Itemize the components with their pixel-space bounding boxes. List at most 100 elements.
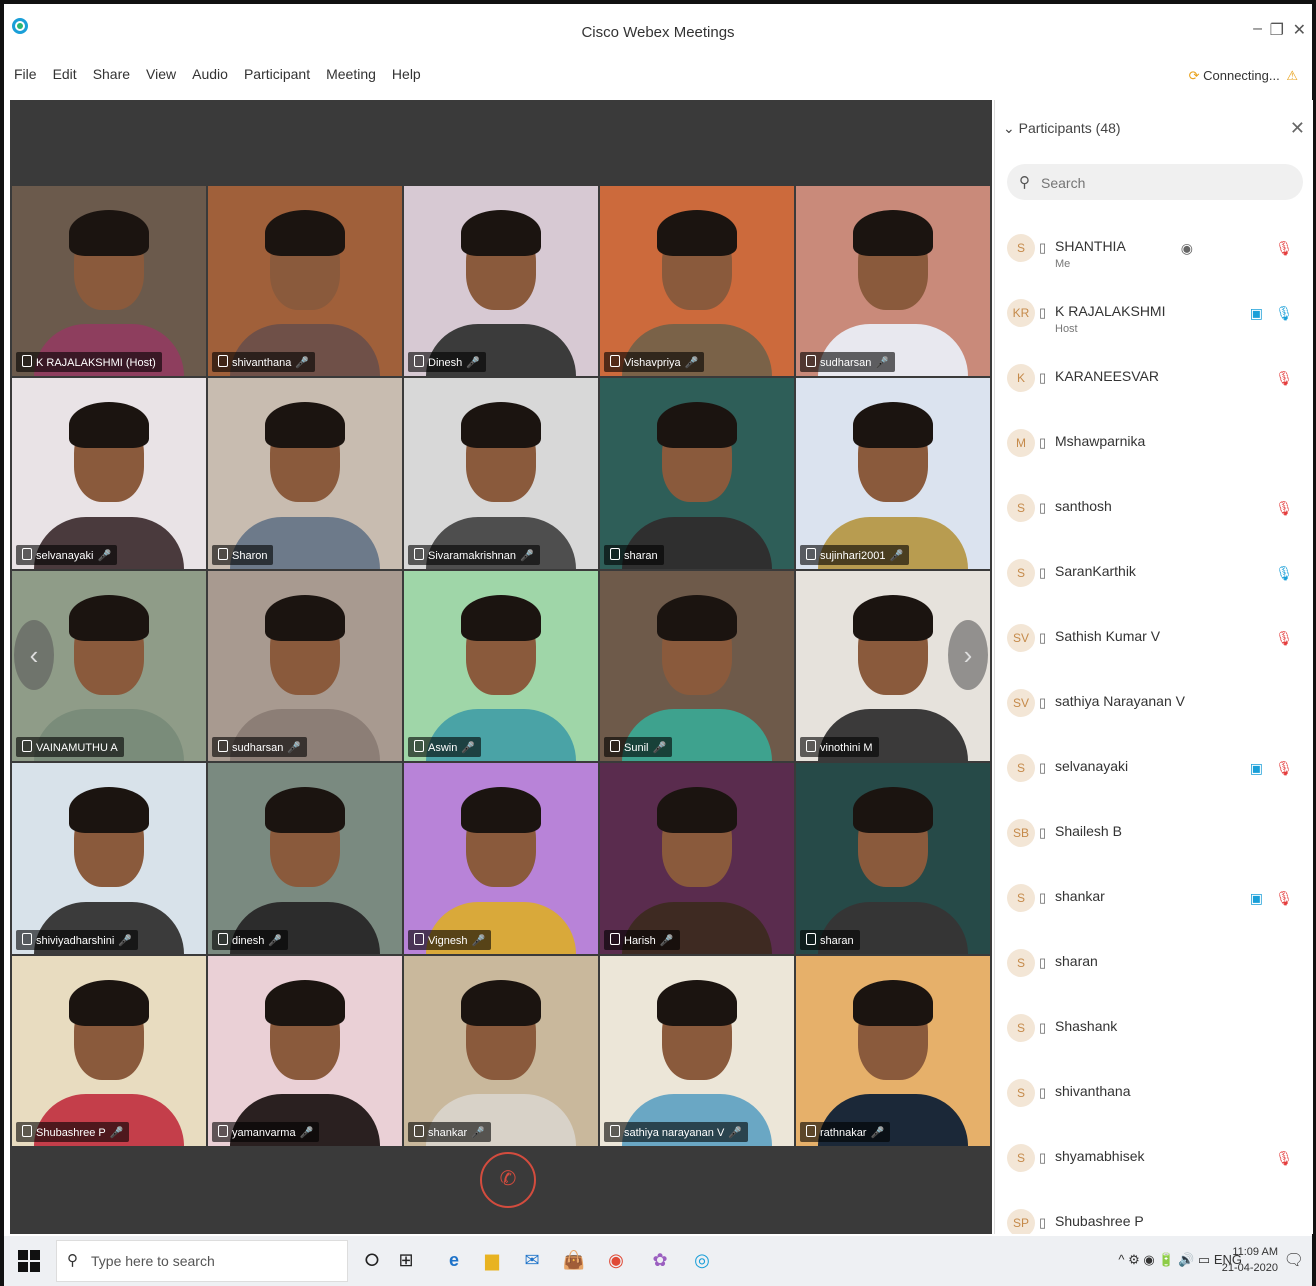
menu-participant[interactable]: Participant <box>242 66 312 92</box>
video-tile[interactable]: Aswin 🎤 <box>404 570 598 762</box>
video-tile[interactable]: shiviyadharshini 🎤 <box>12 763 206 954</box>
video-tile[interactable]: selvanayaki 🎤 <box>12 378 206 569</box>
participant-row[interactable]: S ▯ SHANTHIA Me ◉ 🎙 <box>995 218 1313 283</box>
video-tile[interactable]: Harish 🎤 <box>600 763 794 954</box>
panel-close-button[interactable]: ✕ <box>1290 118 1305 139</box>
menu-view[interactable]: View <box>144 66 178 92</box>
participant-row[interactable]: S ▯ shivanthana <box>995 1063 1313 1128</box>
participant-row[interactable]: S ▯ sharan <box>995 933 1313 998</box>
previous-page-button[interactable]: ‹ <box>14 620 54 690</box>
participant-row[interactable]: S ▯ santhosh 🎙 <box>995 478 1313 543</box>
mic-muted-icon[interactable]: 🎙 <box>1275 370 1293 387</box>
participants-header[interactable]: ⌄ Participants (48) <box>1003 120 1121 137</box>
menu-edit[interactable]: Edit <box>51 66 79 92</box>
video-tile[interactable]: shivanthana 🎤 <box>208 186 402 377</box>
webex-taskbar-icon[interactable]: ◎ <box>690 1248 714 1272</box>
participant-row[interactable]: S ▯ shankar ▣ 🎙 <box>995 868 1313 933</box>
minimize-button[interactable]: – <box>1253 20 1262 38</box>
taskbar-search[interactable]: ⚲ Type here to search <box>56 1240 348 1282</box>
video-on-icon[interactable]: ▣ <box>1250 760 1263 777</box>
mic-muted-icon[interactable]: 🎙 <box>1275 760 1293 777</box>
close-button[interactable]: ✕ <box>1293 20 1306 40</box>
video-tile[interactable]: Sharon <box>208 378 402 569</box>
menu-file[interactable]: File <box>12 66 39 92</box>
notification-icon[interactable]: 🗨 <box>1284 1250 1304 1270</box>
participant-search-input[interactable] <box>1039 170 1283 196</box>
participant-row[interactable]: SB ▯ Shailesh B <box>995 803 1313 868</box>
video-tile[interactable]: Vishavpriya 🎤 <box>600 186 794 377</box>
participant-row[interactable]: M ▯ Mshawparnika <box>995 413 1313 478</box>
mic-on-icon[interactable]: 🎙 <box>1275 305 1293 322</box>
muted-icon: 🎤 <box>287 742 302 755</box>
edge-icon[interactable]: e <box>442 1248 466 1272</box>
participant-row[interactable]: KR ▯ K RAJALAKSHMI Host ▣ 🎙 <box>995 283 1313 348</box>
mic-muted-icon[interactable]: 🎙 <box>1275 240 1293 257</box>
video-tile[interactable]: dinesh 🎤 <box>208 763 402 954</box>
next-page-button[interactable]: › <box>948 620 988 690</box>
participant-name: Shailesh B <box>1055 823 1122 839</box>
muted-icon: 🎤 <box>728 1126 742 1139</box>
video-tile[interactable]: Dinesh 🎤 <box>404 186 598 377</box>
avatar: KR <box>1007 299 1035 327</box>
video-participant-name: K RAJALAKSHMI (Host) <box>36 357 156 370</box>
video-tile[interactable]: yamanvarma 🎤 <box>208 955 402 1146</box>
app-icon[interactable]: ✿ <box>648 1248 672 1272</box>
video-tile[interactable]: sharan <box>600 378 794 569</box>
video-name-tag: Shubashree P 🎤 <box>16 1121 130 1142</box>
video-tile[interactable]: sudharsan 🎤 <box>208 570 402 762</box>
participant-row[interactable]: S ▯ SaranKarthik 🎙 <box>995 543 1313 608</box>
video-tile[interactable]: Sunil 🎤 <box>600 570 794 762</box>
end-meeting-button[interactable]: ✆ <box>480 1152 536 1208</box>
participant-row[interactable]: SP ▯ Shubashree P <box>995 1193 1313 1234</box>
mic-muted-icon[interactable]: 🎙 <box>1275 630 1293 647</box>
video-participant-name: VAINAMUTHU A <box>36 742 118 755</box>
video-tile[interactable]: sujinhari2001 🎤 <box>796 378 990 569</box>
device-icon: ▯ <box>1039 240 1047 255</box>
raise-hand-icon[interactable]: ◉ <box>1181 240 1193 257</box>
video-tile[interactable]: Sivaramakrishnan 🎤 <box>404 378 598 569</box>
video-tile[interactable]: K RAJALAKSHMI (Host) <box>12 186 206 377</box>
participant-row[interactable]: S ▯ shyamabhisek 🎙 <box>995 1128 1313 1193</box>
clock-time: 11:09 AM <box>1232 1246 1278 1258</box>
windows-start-icon[interactable] <box>18 1250 40 1272</box>
menu-help[interactable]: Help <box>390 66 423 92</box>
participant-row[interactable]: SV ▯ sathiya Narayanan V <box>995 673 1313 738</box>
video-name-tag: Sunil 🎤 <box>604 737 673 758</box>
video-tile[interactable]: sathiya narayanan V 🎤 <box>600 955 794 1146</box>
mic-muted-icon[interactable]: 🎙 <box>1275 1150 1293 1167</box>
video-on-icon[interactable]: ▣ <box>1250 305 1263 322</box>
window-title: Cisco Webex Meetings <box>581 24 735 41</box>
store-icon[interactable]: 👜 <box>562 1248 586 1272</box>
chrome-icon[interactable]: ◉ <box>604 1248 628 1272</box>
participant-row[interactable]: K ▯ KARANEESVAR 🎙 <box>995 348 1313 413</box>
video-tile[interactable]: Vignesh 🎤 <box>404 763 598 954</box>
mic-muted-icon[interactable]: 🎙 <box>1275 890 1293 907</box>
mic-muted-icon[interactable]: 🎙 <box>1275 500 1293 517</box>
participant-hair <box>69 787 149 834</box>
mic-on-icon[interactable]: 🎙 <box>1275 565 1293 582</box>
microphone-icon <box>218 355 228 368</box>
microphone-icon <box>22 547 32 560</box>
connection-status[interactable]: ⟳ Connecting... ⚠ <box>1189 68 1298 84</box>
participant-row[interactable]: S ▯ Shashank <box>995 998 1313 1063</box>
participant-row[interactable]: S ▯ selvanayaki ▣ 🎙 <box>995 738 1313 803</box>
participant-row[interactable]: SV ▯ Sathish Kumar V 🎙 <box>995 608 1313 673</box>
menu-audio[interactable]: Audio <box>190 66 230 92</box>
menu-meeting[interactable]: Meeting <box>324 66 378 92</box>
restore-button[interactable]: ❐ <box>1270 20 1284 40</box>
mail-icon[interactable]: ✉ <box>520 1248 544 1272</box>
video-tile[interactable]: shankar 🎤 <box>404 955 598 1146</box>
microphone-icon <box>610 547 620 560</box>
cortana-icon[interactable]: ⭘ <box>360 1248 384 1272</box>
video-on-icon[interactable]: ▣ <box>1250 890 1263 907</box>
clock[interactable]: 11:09 AM 21-04-2020 <box>1222 1244 1278 1276</box>
video-tile[interactable]: rathnakar 🎤 <box>796 955 990 1146</box>
participant-hair <box>657 402 737 449</box>
video-tile[interactable]: Shubashree P 🎤 <box>12 955 206 1146</box>
menu-share[interactable]: Share <box>91 66 132 92</box>
video-participant-name: Harish <box>624 934 656 947</box>
video-tile[interactable]: sharan <box>796 763 990 954</box>
task-view-icon[interactable]: ⊞ <box>394 1248 418 1272</box>
file-explorer-icon[interactable]: ▆ <box>480 1248 504 1272</box>
video-tile[interactable]: sudharsan 🎤 <box>796 186 990 377</box>
